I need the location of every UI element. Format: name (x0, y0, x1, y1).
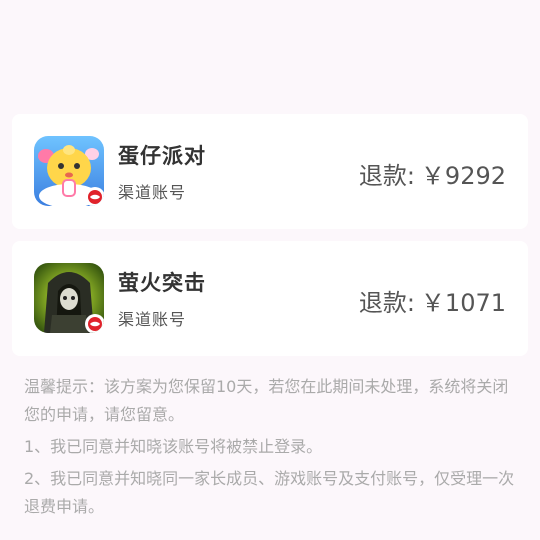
netease-badge-icon (85, 314, 104, 333)
reminder-text: 温馨提示：该方案为您保留10天，若您在此期间未处理，系统将关闭您的申请，请您留意… (24, 377, 509, 424)
refund-amount: 退款: ￥9292 (359, 156, 506, 191)
firefly-strike-icon (34, 263, 104, 333)
account-type: 渠道账号 (118, 183, 187, 202)
refund-value: ￥1071 (420, 289, 506, 317)
refund-label: 退款: (358, 162, 415, 190)
refund-label: 退款: (358, 289, 415, 317)
refund-amount: 退款: ￥1071 (359, 283, 506, 318)
refund-notes: 温馨提示：该方案为您保留10天，若您在此期间未处理，系统将关闭您的申请，请您留意… (24, 373, 524, 525)
game-refund-card: 蛋仔派对 渠道账号 退款: ￥9292 (12, 114, 528, 229)
game-name: 蛋仔派对 (118, 144, 206, 168)
game-name: 萤火突击 (118, 271, 206, 295)
netease-badge-icon (85, 187, 104, 206)
refund-value: ￥9292 (420, 162, 506, 190)
egg-party-icon (34, 136, 104, 206)
game-refund-card: 萤火突击 渠道账号 退款: ￥1071 (12, 241, 528, 356)
note-item-1: 1、我已同意并知晓该账号将被禁止登录。 (24, 437, 323, 456)
note-item-2: 2、我已同意并知晓同一家长成员、游戏账号及支付账号，仅受理一次退费申请。 (24, 469, 515, 516)
account-type: 渠道账号 (118, 310, 187, 329)
